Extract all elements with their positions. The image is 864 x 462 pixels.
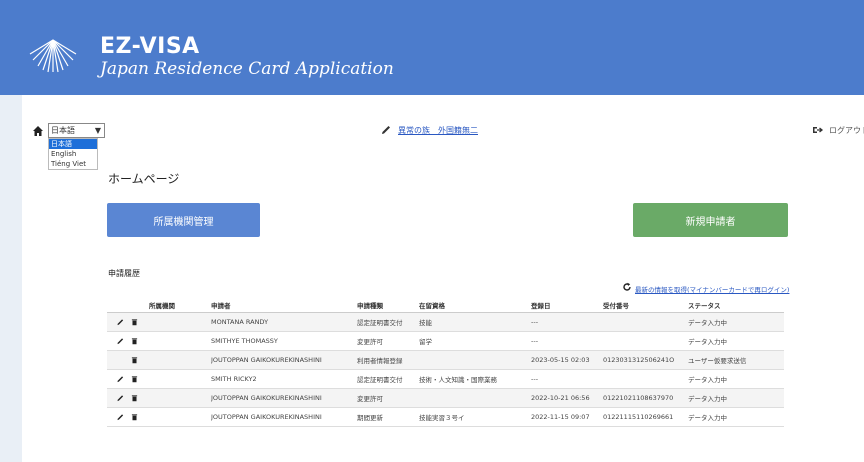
cell-application-type: 期間更新 [357,414,383,422]
refresh-icon[interactable] [622,282,632,292]
language-select-value: 日本語 [51,126,75,135]
cell-status: データ入力中 [688,395,727,403]
row-actions [107,337,149,345]
row-actions [107,375,149,383]
trash-icon[interactable] [131,375,138,383]
home-icon[interactable] [32,125,44,137]
cell-application-type: 変更許可 [357,395,383,403]
cell-application-type: 利用者情報登録 [357,357,403,365]
empty-slot [117,356,124,364]
table-row[interactable]: JOUTOPPAN GAIKOKUREKINASHINI 利用者情報登録 2023-… [107,351,784,370]
brand-subtitle: Japan Residence Card Application [100,59,394,79]
language-option-english[interactable]: English [49,149,97,159]
language-select[interactable]: 日本語 ▼ [48,123,105,138]
cell-applicant: JOUTOPPAN GAIKOKUREKINASHINI [211,413,322,421]
row-actions [107,413,149,421]
logout-link[interactable]: ログアウト [829,125,864,136]
pencil-icon [382,126,390,134]
cell-status: データ入力中 [688,376,727,384]
cell-status: ユーザー仮要求送信 [688,357,747,365]
row-actions [107,318,149,326]
cell-receipt-number: 01221115110269661 [603,413,674,421]
language-option-japanese[interactable]: 日本語 [49,139,97,149]
table-row[interactable]: JOUTOPPAN GAIKOKUREKINASHINI 期間更新 技能実習３号イ 2… [107,408,784,427]
trash-icon[interactable] [131,394,138,402]
page-title: ホームページ [108,172,180,186]
row-actions [107,394,149,402]
cell-applicant: JOUTOPPAN GAIKOKUREKINASHINI [211,356,322,364]
cell-registered-date: --- [531,375,539,383]
edit-pencil-icon[interactable] [117,375,124,383]
cell-status: データ入力中 [688,414,727,422]
row-actions [107,356,149,364]
cell-status: データ入力中 [688,319,727,327]
cell-application-type: 認定証明書交付 [357,376,403,384]
cell-status-of-residence: 技能 [419,319,432,327]
cell-receipt-number: 0123031312506241O [603,356,675,364]
header-application-type: 申請種類 [357,301,383,310]
header-registered-date: 登録日 [531,301,551,310]
cell-applicant: JOUTOPPAN GAIKOKUREKINASHINI [211,394,322,402]
chevron-down-icon: ▼ [94,126,101,135]
cell-status-of-residence: 留学 [419,338,432,346]
refresh-info-link[interactable]: 最新の情報を取得(マイナンバーカードで再ログイン) [635,284,789,294]
cell-registered-date: 2022-10-21 06:56 [531,394,590,402]
edit-pencil-icon[interactable] [117,413,124,421]
history-section-title: 申請履歴 [108,269,140,278]
cell-receipt-number: 01221021108637970 [603,394,674,402]
header-affiliation: 所属機関 [149,301,175,310]
cell-registered-date: 2023-05-15 02:03 [531,356,590,364]
header-status: ステータス [688,301,721,310]
header-status-of-residence: 在留資格 [419,301,445,310]
cell-application-type: 変更許可 [357,338,383,346]
table-header: 所属機関 申請者 申請種類 在留資格 登録日 受付番号 ステータス [107,297,784,313]
cell-registered-date: 2022-11-15 09:07 [531,413,590,421]
logout-icon[interactable] [812,124,824,136]
application-history-table: 所属機関 申請者 申請種類 在留資格 登録日 受付番号 ステータス MONTAN… [107,297,784,427]
affiliation-management-button[interactable]: 所属機関管理 [107,203,260,237]
cell-registered-date: --- [531,318,539,326]
trash-icon[interactable] [131,337,138,345]
brand-title: EZ-VISA [100,34,200,59]
trash-icon[interactable] [131,356,138,364]
edit-pencil-icon[interactable] [117,337,124,345]
cell-application-type: 認定証明書交付 [357,319,403,327]
cell-applicant: MONTANA RANDY [211,318,269,326]
edit-pencil-icon[interactable] [117,318,124,326]
language-dropdown-list: 日本語 English Tiéng Viet [48,138,98,170]
user-profile-link[interactable]: 異常の族 外国籍無二 [398,125,478,136]
fan-logo-icon [29,39,77,73]
table-row[interactable]: SMITHYE THOMASSY 変更許可 留学 --- データ入力中 [107,332,784,351]
cell-applicant: SMITH RICKY2 [211,375,257,383]
header-applicant: 申請者 [211,301,231,310]
new-applicant-button[interactable]: 新規申請者 [633,203,788,237]
cell-registered-date: --- [531,337,539,345]
cell-status: データ入力中 [688,338,727,346]
table-row[interactable]: SMITH RICKY2 認定証明書交付 技術・人文知識・国際業務 --- データ入力中 [107,370,784,389]
edit-pencil-icon[interactable] [117,394,124,402]
cell-status-of-residence: 技能実習３号イ [419,414,465,422]
header-receipt-number: 受付番号 [603,301,629,310]
table-body: MONTANA RANDY 認定証明書交付 技能 --- データ入力中 SMITHYE T… [107,313,784,427]
table-row[interactable]: JOUTOPPAN GAIKOKUREKINASHINI 変更許可 2022-10-… [107,389,784,408]
table-row[interactable]: MONTANA RANDY 認定証明書交付 技能 --- データ入力中 [107,313,784,332]
trash-icon[interactable] [131,413,138,421]
app-header: EZ-VISA Japan Residence Card Application [0,0,864,95]
trash-icon[interactable] [131,318,138,326]
cell-applicant: SMITHYE THOMASSY [211,337,278,345]
side-strip [0,95,22,462]
cell-status-of-residence: 技術・人文知識・国際業務 [419,376,497,384]
language-option-vietnamese[interactable]: Tiéng Viet [49,159,97,169]
